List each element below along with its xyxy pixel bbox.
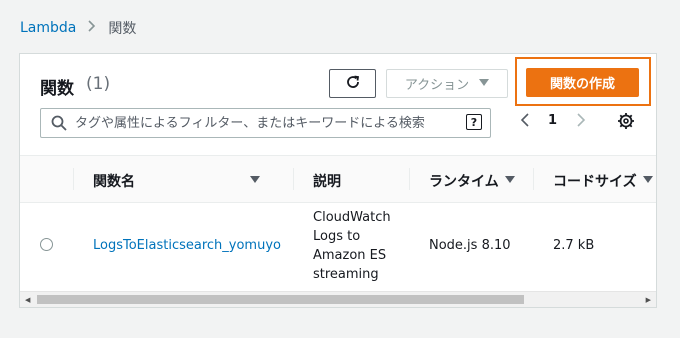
help-icon[interactable]: ? xyxy=(466,114,482,130)
actions-label: アクション xyxy=(404,78,470,93)
scroll-right-icon[interactable]: ▶ xyxy=(646,296,651,304)
search-input[interactable] xyxy=(75,114,455,132)
column-header-code-size[interactable]: コードサイズ xyxy=(553,171,653,191)
sort-down-icon xyxy=(250,175,260,187)
functions-panel: 関数 (1) アクション 関数の作成 ? 1 xyxy=(19,53,657,308)
column-header-label: コードサイズ xyxy=(553,174,637,190)
breadcrumb-current: 関数 xyxy=(108,21,137,37)
column-header-runtime[interactable]: ランタイム xyxy=(429,171,515,191)
search-icon xyxy=(51,115,67,135)
column-header-label: 説明 xyxy=(313,174,341,190)
function-name-link[interactable]: LogsToElasticsearch_yomuyo xyxy=(93,238,281,253)
column-divider xyxy=(73,168,74,190)
column-divider xyxy=(293,168,294,190)
chevron-right-icon xyxy=(88,20,96,36)
gear-icon[interactable] xyxy=(617,112,635,134)
horizontal-scrollbar[interactable]: ◀ ▶ xyxy=(20,291,656,307)
breadcrumb-lambda-link[interactable]: Lambda xyxy=(20,20,76,36)
current-page[interactable]: 1 xyxy=(548,113,557,128)
search-box: ? xyxy=(40,108,491,138)
column-header-description[interactable]: 説明 xyxy=(313,171,341,191)
column-divider xyxy=(533,168,534,190)
function-description: CloudWatch Logs to Amazon ES streaming xyxy=(313,210,391,282)
column-divider xyxy=(409,168,410,190)
page-title: 関数 xyxy=(40,79,74,99)
function-count: (1) xyxy=(86,74,111,94)
row-select-radio[interactable] xyxy=(40,238,53,251)
chevron-right-icon[interactable] xyxy=(576,112,586,132)
refresh-button[interactable] xyxy=(329,69,376,98)
function-runtime: Node.js 8.10 xyxy=(429,238,511,253)
function-code-size: 2.7 kB xyxy=(553,238,595,253)
scrollbar-thumb[interactable] xyxy=(37,295,524,304)
chevron-left-icon[interactable] xyxy=(520,112,530,132)
caret-down-icon xyxy=(479,76,490,91)
sort-down-icon xyxy=(642,175,653,187)
refresh-icon xyxy=(345,74,361,94)
create-function-button[interactable]: 関数の作成 xyxy=(526,68,639,97)
table-row: LogsToElasticsearch_yomuyo CloudWatch Lo… xyxy=(20,203,656,291)
table-header: 関数名 説明 ランタイム コードサイズ xyxy=(20,155,656,203)
column-header-label: 関数名 xyxy=(93,174,135,190)
column-header-label: ランタイム xyxy=(429,174,499,190)
sort-down-icon xyxy=(504,175,515,187)
actions-dropdown[interactable]: アクション xyxy=(386,69,508,98)
breadcrumb: Lambda 関数 xyxy=(20,18,136,38)
column-header-name[interactable]: 関数名 xyxy=(93,171,260,191)
scroll-left-icon[interactable]: ◀ xyxy=(25,296,30,304)
